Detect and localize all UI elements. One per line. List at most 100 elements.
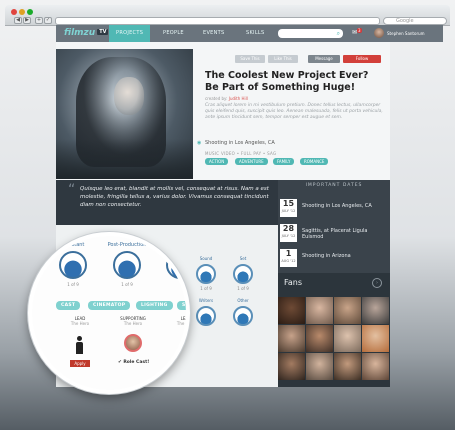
search-input[interactable]: ⌕ bbox=[278, 29, 343, 38]
fan-avatar[interactable] bbox=[306, 325, 333, 352]
browser-search-field[interactable]: Google bbox=[383, 17, 447, 25]
date-event[interactable]: Shooting in Arizona bbox=[302, 253, 382, 259]
zoom-window-icon[interactable] bbox=[27, 9, 33, 15]
tag-action[interactable]: ACTION bbox=[205, 158, 229, 165]
creator-link[interactable]: Judith Hill bbox=[229, 96, 248, 101]
date-day: 15 bbox=[282, 199, 295, 208]
tag-romance[interactable]: ROMANCE bbox=[300, 158, 329, 165]
project-description: Cras aliquet lorem in mi vestibulum pret… bbox=[205, 103, 383, 120]
avatar[interactable] bbox=[374, 28, 384, 38]
role-count: 1 of 9 bbox=[200, 286, 212, 291]
tag-family[interactable]: FAMILY bbox=[273, 158, 295, 165]
role-progress-icon[interactable] bbox=[196, 306, 216, 326]
cast-role-label: LEADThe Hero bbox=[60, 316, 100, 326]
quote-text: Quisque leo erat, blandit at mollis vel,… bbox=[80, 186, 269, 208]
post-production-progress-icon[interactable] bbox=[113, 251, 141, 279]
nav-people[interactable]: PEOPLE bbox=[163, 25, 184, 42]
nav-skills[interactable]: SKILLS bbox=[246, 25, 264, 42]
address-bar[interactable] bbox=[55, 17, 380, 25]
date-month: JULY '12 bbox=[281, 234, 296, 238]
like-button[interactable]: Like This bbox=[268, 55, 298, 63]
cast-role-label: SUPPORTING The Hero bbox=[113, 316, 153, 326]
fan-avatar[interactable] bbox=[334, 325, 361, 352]
page-title: The Coolest New Project Ever? Be Part of… bbox=[205, 70, 369, 93]
role-count: 1 of 9 bbox=[237, 286, 249, 291]
new-tab-button[interactable]: + bbox=[35, 17, 43, 24]
role-count: 1 of 9 bbox=[121, 282, 133, 287]
forward-button[interactable]: ▶ bbox=[23, 17, 31, 24]
date-month: AUG '12 bbox=[281, 259, 296, 263]
role-label: Other bbox=[237, 298, 249, 303]
magnifier-lens: Assistant Post-Production 1 of 9 1 of 9 … bbox=[28, 232, 190, 394]
important-dates-heading: IMPORTANT DATES bbox=[305, 183, 363, 188]
assistant-progress-icon[interactable] bbox=[59, 251, 87, 279]
role-label: Set bbox=[239, 256, 247, 261]
role-progress-icon[interactable] bbox=[196, 264, 216, 284]
project-hero-image bbox=[56, 49, 193, 179]
nav-projects[interactable]: PROJECTS bbox=[109, 25, 151, 42]
role-progress-icon[interactable] bbox=[233, 306, 253, 326]
project-location: Shooting in Los Angeles, CA bbox=[205, 140, 275, 146]
apply-button[interactable]: Apply bbox=[70, 360, 90, 367]
date-event[interactable]: Shooting in Los Angeles, CA bbox=[302, 203, 382, 209]
date-badge: 1 AUG '12 bbox=[280, 249, 297, 267]
role-cast-status: ✔ Role Cast! bbox=[118, 360, 150, 365]
fans-heading: Fans bbox=[284, 278, 303, 287]
role-progress-icon[interactable] bbox=[233, 264, 253, 284]
cast-role: The Hero bbox=[70, 321, 90, 326]
logo[interactable]: filmzu TV bbox=[64, 28, 109, 38]
date-event[interactable]: Sagittis, at Placerat Ligula Euismod bbox=[302, 228, 382, 240]
notification-badge: 3 bbox=[357, 28, 362, 33]
fan-avatar[interactable] bbox=[306, 353, 333, 380]
tab-sound[interactable]: SO bbox=[177, 301, 186, 310]
next-arrow-icon[interactable]: › bbox=[372, 278, 382, 288]
cast-role: The Hero bbox=[123, 321, 143, 326]
fan-avatar[interactable] bbox=[334, 297, 361, 324]
project-meta: MUSIC VIDEO • FULL PAY • SAG bbox=[205, 151, 277, 156]
date-day: 1 bbox=[285, 249, 292, 258]
date-day: 28 bbox=[282, 224, 295, 233]
logo-badge: TV bbox=[97, 29, 109, 35]
role-label: Assistant bbox=[61, 242, 85, 248]
message-button[interactable]: Message bbox=[308, 55, 340, 63]
user-name[interactable]: Stephen Santorum bbox=[387, 31, 425, 36]
fan-avatar[interactable] bbox=[362, 297, 389, 324]
fan-avatar[interactable] bbox=[306, 297, 333, 324]
close-window-icon[interactable] bbox=[11, 9, 17, 15]
browser-chrome: ◀ ▶ + ✓ Google bbox=[5, 5, 450, 26]
fan-avatar[interactable] bbox=[334, 353, 361, 380]
back-button[interactable]: ◀ bbox=[14, 17, 22, 24]
tab-lighting[interactable]: LIGHTING bbox=[136, 301, 173, 310]
fan-avatar[interactable] bbox=[278, 297, 305, 324]
cast-avatar[interactable] bbox=[124, 334, 142, 352]
cast-role: The Hero bbox=[176, 321, 189, 326]
quote-icon: “ bbox=[68, 182, 76, 198]
tab-cinematography[interactable]: CINEMATOP bbox=[88, 301, 131, 310]
bookmark-icon[interactable]: ✓ bbox=[44, 17, 52, 24]
save-button[interactable]: Save This bbox=[235, 55, 265, 63]
date-badge: 15 JULY '12 bbox=[280, 199, 297, 217]
location-pin-icon: ◉ bbox=[197, 140, 202, 146]
role-label: Post-Production bbox=[107, 242, 147, 248]
person-icon bbox=[76, 336, 83, 354]
search-icon: ⌕ bbox=[336, 30, 340, 37]
date-badge: 28 JULY '12 bbox=[280, 224, 297, 242]
date-month: JULY '12 bbox=[281, 209, 296, 213]
tab-cast[interactable]: CAST bbox=[56, 301, 81, 310]
role-label: Sound bbox=[199, 256, 213, 261]
logo-text: filmzu bbox=[64, 28, 96, 38]
fan-avatar[interactable] bbox=[362, 325, 389, 352]
cast-role-label: LEADThe Hero bbox=[166, 316, 189, 326]
follow-button[interactable]: Follow bbox=[343, 55, 381, 63]
created-by: created by: Judith Hill bbox=[205, 96, 248, 101]
created-by-label: created by: bbox=[205, 96, 228, 101]
role-label: Writers bbox=[198, 298, 214, 303]
minimize-window-icon[interactable] bbox=[19, 9, 25, 15]
nav-events[interactable]: EVENTS bbox=[203, 25, 225, 42]
fan-avatar[interactable] bbox=[362, 353, 389, 380]
fan-avatar[interactable] bbox=[278, 353, 305, 380]
project-quote: “ Quisque leo erat, blandit at mollis ve… bbox=[56, 180, 278, 225]
tag-adventure[interactable]: ADVENTURE bbox=[235, 158, 268, 165]
fan-avatar[interactable] bbox=[278, 325, 305, 352]
role-count: 1 of 9 bbox=[67, 282, 79, 287]
